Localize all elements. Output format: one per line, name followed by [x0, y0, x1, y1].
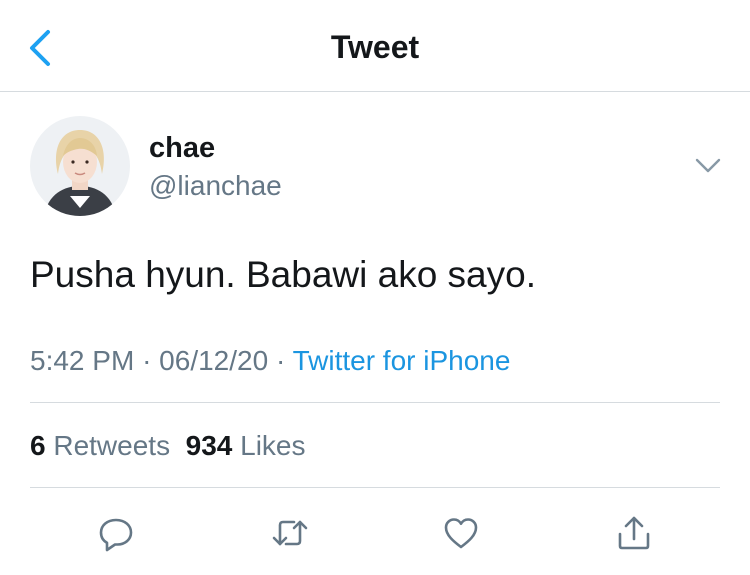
share-button[interactable]: [606, 505, 662, 561]
divider: [30, 487, 720, 488]
reply-button[interactable]: [88, 505, 144, 561]
retweet-button[interactable]: [262, 505, 318, 561]
avatar-image: [30, 116, 130, 216]
likes-count: 934: [185, 430, 233, 461]
author-handle[interactable]: @lianchae: [149, 170, 282, 202]
tweet-date: 06/12/20: [159, 345, 269, 376]
top-bar: Tweet: [0, 0, 750, 92]
meta-separator: ·: [275, 345, 286, 376]
tweet-text: Pusha hyun. Babawi ako sayo.: [30, 254, 536, 295]
likes-stat[interactable]: 934 Likes: [186, 430, 306, 461]
author-name[interactable]: chae: [149, 131, 215, 165]
like-button[interactable]: [433, 505, 489, 561]
tweet-meta: 5:42 PM · 06/12/20 · Twitter for iPhone: [30, 343, 510, 379]
reply-icon: [99, 518, 133, 552]
tweet-stats: 6 Retweets 934 Likes: [30, 428, 306, 464]
likes-label: Likes: [240, 430, 306, 461]
tweet-source-link[interactable]: Twitter for iPhone: [293, 345, 511, 376]
retweets-stat[interactable]: 6 Retweets: [30, 430, 170, 461]
action-bar: [0, 505, 750, 561]
tweet-time: 5:42 PM: [30, 345, 135, 376]
retweet-icon: [272, 520, 308, 546]
chevron-down-icon: [695, 158, 721, 173]
share-icon: [618, 516, 650, 550]
page-title: Tweet: [330, 29, 420, 65]
meta-separator: ·: [142, 345, 152, 376]
retweets-count: 6: [30, 430, 46, 461]
avatar[interactable]: [30, 116, 130, 216]
heart-icon: [444, 518, 478, 549]
retweets-label: Retweets: [53, 430, 171, 461]
more-options-button[interactable]: [690, 152, 726, 180]
divider: [30, 402, 720, 403]
